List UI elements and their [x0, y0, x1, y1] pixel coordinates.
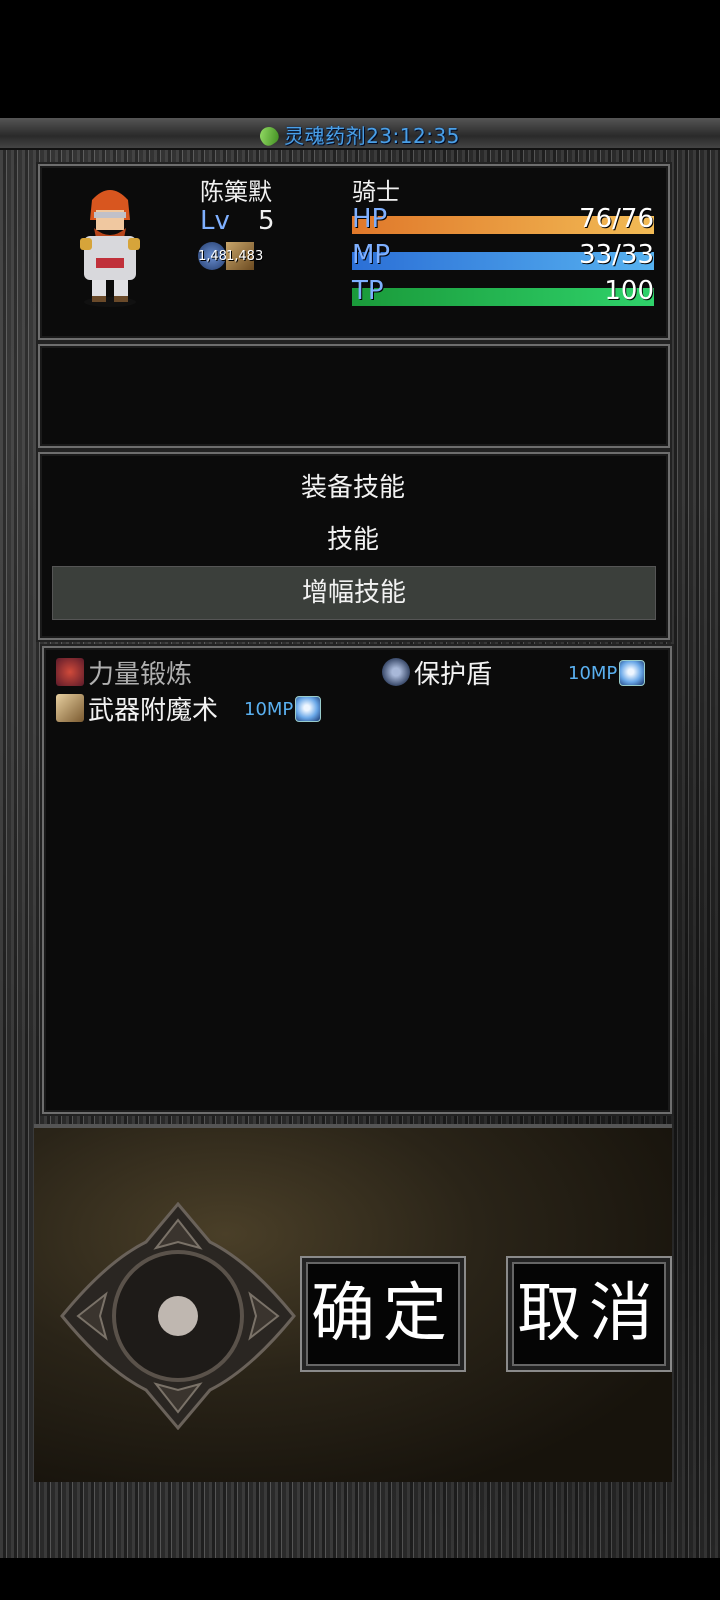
hp-value: 76/76 [579, 204, 654, 234]
skill-item-strength-training[interactable]: 力量锻炼 [56, 654, 356, 690]
tp-value: 100 [604, 276, 654, 306]
dpad[interactable] [60, 1202, 296, 1430]
level-label: Lv [200, 206, 230, 236]
potion-timer-text: 灵魂药剂23:12:35 [284, 124, 460, 148]
sword-icon [56, 694, 84, 722]
state-icon-weapon: 1,483 [226, 242, 263, 270]
actor-name: 陈篥默 [200, 178, 272, 206]
skill-cost: 10MP [568, 660, 646, 686]
tp-label: TP [352, 276, 384, 306]
knight-avatar [80, 190, 140, 307]
skill-type-boost[interactable]: 增幅技能 [52, 566, 656, 620]
confirm-button[interactable]: 确定 [300, 1256, 466, 1372]
state-number: 1,483 [226, 249, 264, 264]
skill-cost: 10MP [244, 696, 322, 722]
skill-type-equip[interactable]: 装备技能 [52, 462, 654, 514]
skill-type-panel: 装备技能 技能 增幅技能 [38, 452, 670, 640]
skill-list-panel: 力量锻炼 保护盾 10MP 武器附魔术 10MP [42, 646, 672, 1114]
state-icons: 1,483 1,483 [198, 242, 263, 270]
mp-value: 33/33 [579, 240, 654, 270]
skill-name: 保护盾 [414, 659, 493, 690]
state-icon-shield: 1,483 [198, 242, 235, 270]
actor-class: 骑士 [352, 178, 400, 206]
help-panel [38, 344, 670, 448]
skill-name: 武器附魔术 [88, 695, 219, 726]
skill-cost-text: 10MP [568, 662, 618, 684]
skill-cost-text: 10MP [244, 698, 294, 720]
mp-orb-icon [295, 696, 322, 722]
level-value: 5 [258, 206, 275, 236]
potion-icon [256, 123, 282, 149]
skill-name: 力量锻炼 [88, 659, 193, 690]
hp-label: HP [352, 204, 388, 234]
mp-gauge: MP 33/33 [352, 240, 654, 270]
potion-timer: 灵魂药剂23:12:35 [0, 120, 720, 149]
shield-icon [382, 658, 410, 686]
mp-orb-icon [619, 660, 646, 686]
mp-label: MP [352, 240, 391, 270]
actor-status-panel: 陈篥默 骑士 Lv 5 1,483 1,483 HP 76/76 MP 33/3… [38, 164, 670, 340]
cancel-button[interactable]: 取消 [506, 1256, 672, 1372]
strength-icon [56, 658, 84, 686]
hp-gauge: HP 76/76 [352, 204, 654, 234]
skill-item-protect-shield[interactable]: 保护盾 10MP [382, 654, 652, 690]
skill-item-weapon-enchant[interactable]: 武器附魔术 10MP [56, 690, 356, 726]
skill-type-skill[interactable]: 技能 [52, 514, 654, 566]
tp-gauge: TP 100 [352, 276, 654, 306]
